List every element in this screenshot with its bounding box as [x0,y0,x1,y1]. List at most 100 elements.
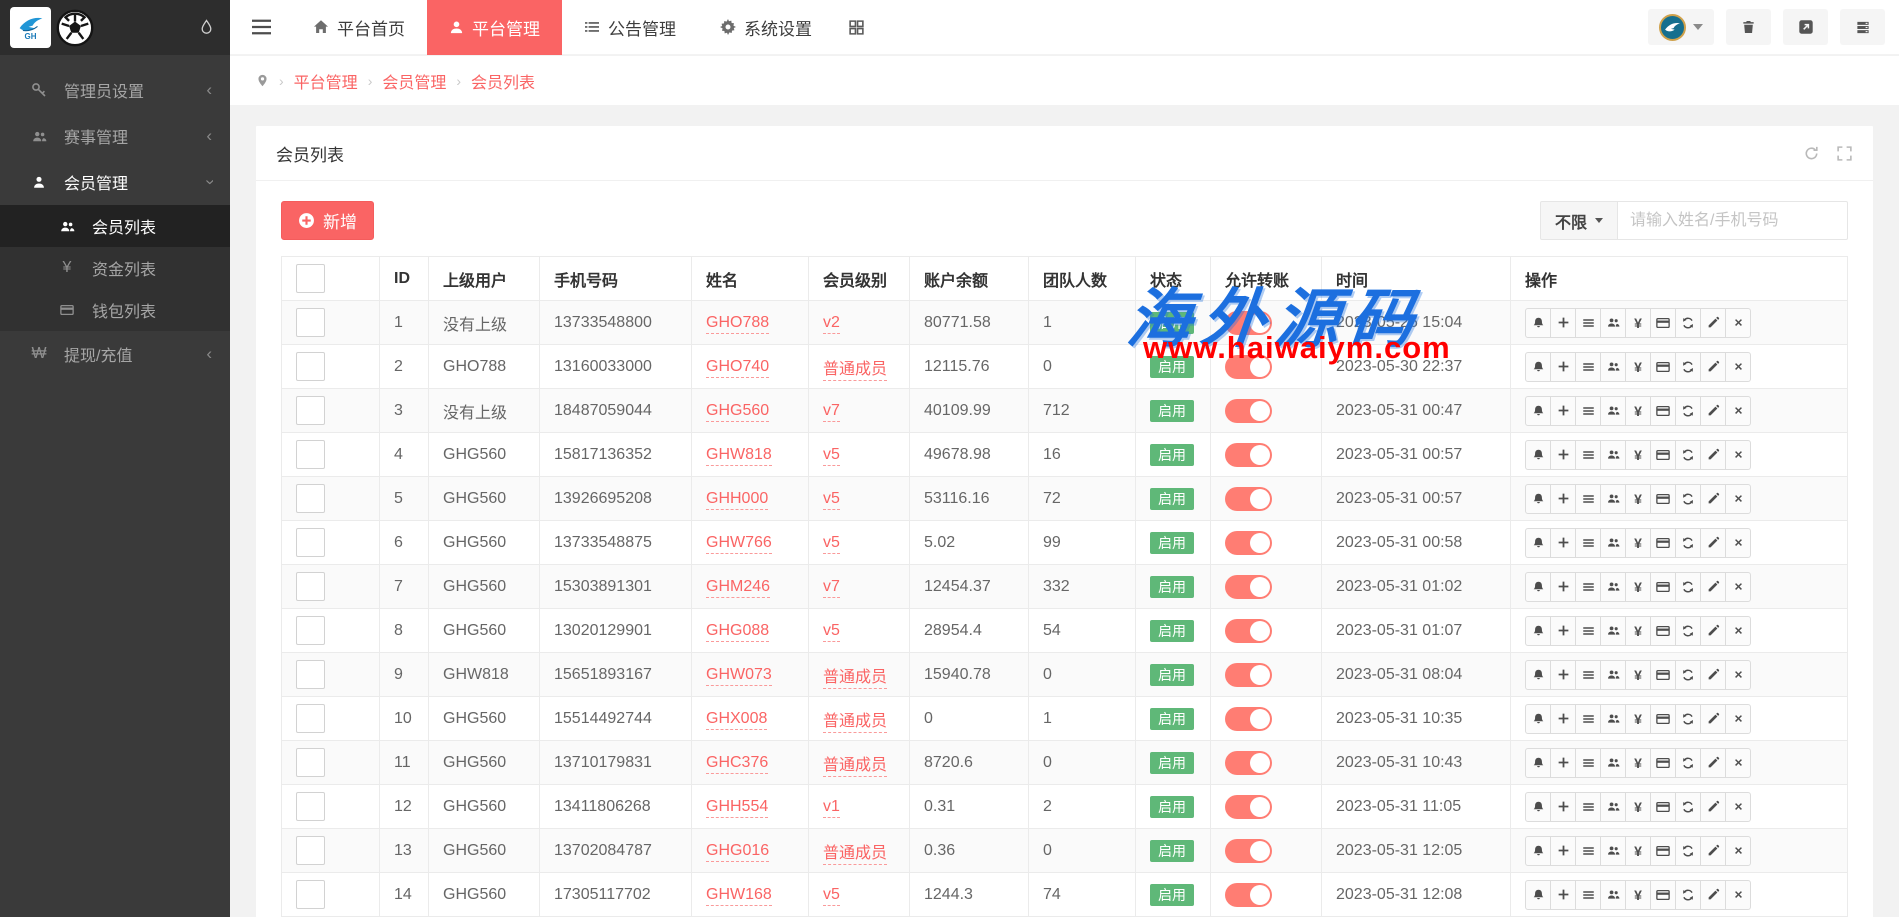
row-checkbox[interactable] [296,352,325,381]
plus-action-button[interactable] [1550,484,1576,514]
member-name-link[interactable]: GHO788 [706,314,769,334]
sidebar-subitem-3[interactable]: 钱包列表 [0,289,230,331]
card-action-button[interactable] [1650,880,1676,910]
pencil-action-button[interactable] [1700,748,1726,778]
member-name-link[interactable]: GHX008 [706,710,767,730]
member-name-link[interactable]: GHC376 [706,754,768,774]
bars-action-button[interactable] [1575,836,1601,866]
recycle-action-button[interactable] [1675,352,1701,382]
recycle-action-button[interactable] [1675,528,1701,558]
transfer-toggle[interactable] [1225,399,1272,423]
yen-action-button[interactable]: ¥ [1625,352,1651,382]
close-action-button[interactable] [1725,440,1751,470]
card-action-button[interactable] [1650,352,1676,382]
member-level-link[interactable]: v5 [823,490,840,510]
member-name-link[interactable]: GHW073 [706,666,772,686]
card-action-button[interactable] [1650,660,1676,690]
plus-action-button[interactable] [1550,660,1576,690]
groupact-action-button[interactable] [1600,660,1626,690]
member-level-link[interactable]: v5 [823,622,840,642]
bell-action-button[interactable] [1525,528,1551,558]
pencil-action-button[interactable] [1700,484,1726,514]
plus-action-button[interactable] [1550,352,1576,382]
close-action-button[interactable] [1725,396,1751,426]
yen-action-button[interactable]: ¥ [1625,660,1651,690]
pencil-action-button[interactable] [1700,836,1726,866]
bell-action-button[interactable] [1525,748,1551,778]
card-action-button[interactable] [1650,440,1676,470]
pencil-action-button[interactable] [1700,616,1726,646]
yen-action-button[interactable]: ¥ [1625,616,1651,646]
breadcrumb-link[interactable]: 会员管理 [382,69,446,93]
yen-action-button[interactable]: ¥ [1625,880,1651,910]
card-action-button[interactable] [1650,616,1676,646]
fullscreen-icon[interactable] [1836,145,1853,162]
apps-grid-icon[interactable] [834,19,879,36]
recycle-action-button[interactable] [1675,792,1701,822]
plus-action-button[interactable] [1550,396,1576,426]
close-action-button[interactable] [1725,352,1751,382]
bars-action-button[interactable] [1575,484,1601,514]
groupact-action-button[interactable] [1600,572,1626,602]
card-action-button[interactable] [1650,792,1676,822]
bell-action-button[interactable] [1525,572,1551,602]
pencil-action-button[interactable] [1700,880,1726,910]
row-checkbox[interactable] [296,308,325,337]
groupact-action-button[interactable] [1600,528,1626,558]
bars-action-button[interactable] [1575,792,1601,822]
transfer-toggle[interactable] [1225,443,1272,467]
bell-action-button[interactable] [1525,704,1551,734]
sidebar-subitem-2[interactable]: ¥资金列表 [0,247,230,289]
recycle-action-button[interactable] [1675,748,1701,778]
card-action-button[interactable] [1650,572,1676,602]
member-level-link[interactable]: 普通成员 [823,669,887,689]
close-action-button[interactable] [1725,572,1751,602]
row-checkbox[interactable] [296,836,325,865]
breadcrumb-link[interactable]: 会员列表 [471,69,535,93]
close-action-button[interactable] [1725,308,1751,338]
pencil-action-button[interactable] [1700,396,1726,426]
bell-action-button[interactable] [1525,484,1551,514]
member-level-link[interactable]: 普通成员 [823,713,887,733]
transfer-toggle[interactable] [1225,619,1272,643]
member-name-link[interactable]: GHH554 [706,798,768,818]
plus-action-button[interactable] [1550,836,1576,866]
close-action-button[interactable] [1725,528,1751,558]
user-avatar-button[interactable] [1648,9,1714,45]
close-action-button[interactable] [1725,484,1751,514]
pencil-action-button[interactable] [1700,792,1726,822]
yen-action-button[interactable]: ¥ [1625,836,1651,866]
yen-action-button[interactable]: ¥ [1625,572,1651,602]
row-checkbox[interactable] [296,440,325,469]
close-action-button[interactable] [1725,660,1751,690]
recycle-action-button[interactable] [1675,704,1701,734]
transfer-toggle[interactable] [1225,531,1272,555]
plus-action-button[interactable] [1550,440,1576,470]
plus-action-button[interactable] [1550,792,1576,822]
close-action-button[interactable] [1725,704,1751,734]
member-name-link[interactable]: GHG560 [706,402,769,422]
close-action-button[interactable] [1725,836,1751,866]
yen-action-button[interactable]: ¥ [1625,528,1651,558]
card-action-button[interactable] [1650,396,1676,426]
search-input[interactable] [1618,201,1848,240]
bars-action-button[interactable] [1575,396,1601,426]
bars-action-button[interactable] [1575,572,1601,602]
card-action-button[interactable] [1650,704,1676,734]
transfer-toggle[interactable] [1225,839,1272,863]
add-button[interactable]: 新增 [281,201,374,240]
row-checkbox[interactable] [296,880,325,909]
transfer-toggle[interactable] [1225,663,1272,687]
card-action-button[interactable] [1650,308,1676,338]
member-level-link[interactable]: 普通成员 [823,845,887,865]
groupact-action-button[interactable] [1600,484,1626,514]
row-checkbox[interactable] [296,572,325,601]
groupact-action-button[interactable] [1600,616,1626,646]
pencil-action-button[interactable] [1700,660,1726,690]
recycle-action-button[interactable] [1675,836,1701,866]
member-name-link[interactable]: GHW818 [706,446,772,466]
bars-action-button[interactable] [1575,880,1601,910]
member-level-link[interactable]: 普通成员 [823,361,887,381]
transfer-toggle[interactable] [1225,355,1272,379]
bell-action-button[interactable] [1525,308,1551,338]
